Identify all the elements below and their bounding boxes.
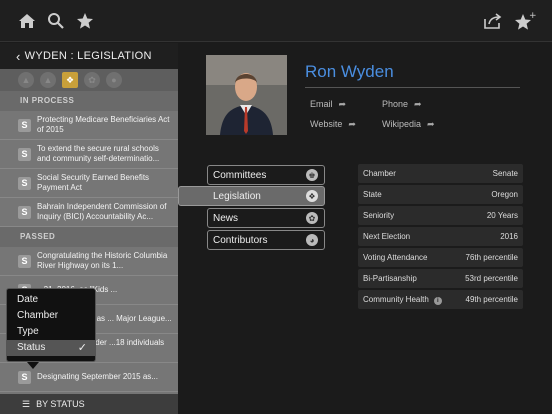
sort-option-status-label: Status: [17, 342, 46, 353]
arrow-icon: ➦: [348, 119, 356, 129]
arrow-icon: ➦: [427, 119, 435, 129]
sort-label: BY STATUS: [36, 399, 85, 409]
phone-label: Phone: [382, 99, 409, 109]
list-item[interactable]: S Social Security Earned Benefits Paymen…: [0, 169, 178, 198]
stat-row: Seniority 20 Years: [358, 206, 523, 225]
stat-row: Next Election 2016: [358, 227, 523, 246]
stat-value: Senate: [492, 169, 518, 178]
top-toolbar: +: [0, 0, 552, 42]
senate-bill-icon: S: [18, 176, 31, 190]
stat-label: Voting Attendance: [363, 253, 428, 262]
list-item-title: Social Security Earned Benefits Payment …: [37, 173, 150, 192]
stat-row: Bi-Partisanship 53rd percentile: [358, 269, 523, 288]
list-item[interactable]: S Congratulating the Historic Columbia R…: [0, 247, 178, 276]
filter-senate-icon[interactable]: ▲: [40, 72, 56, 88]
nav-news[interactable]: News ✿: [207, 208, 325, 228]
email-link[interactable]: Email ➦: [310, 99, 346, 110]
stat-row: Community Health i 49th percentile: [358, 290, 523, 309]
list-item[interactable]: S Bahrain Independent Commission of Inqu…: [0, 198, 178, 227]
sort-option-type[interactable]: Type: [7, 324, 95, 340]
senate-bill-icon: S: [18, 254, 31, 268]
stat-label: Community Health: [363, 294, 429, 304]
nav-committees-label: Committees: [213, 169, 267, 181]
list-item-title: Congratulating the Historic Columbia Riv…: [37, 251, 168, 270]
add-favorite-icon[interactable]: +: [514, 10, 536, 32]
arrow-icon: ➦: [414, 99, 422, 109]
list-item[interactable]: S Protecting Medicare Beneficiaries Act …: [0, 111, 178, 140]
search-icon[interactable]: [45, 10, 67, 32]
stat-row: Voting Attendance 76th percentile: [358, 248, 523, 267]
senate-bill-icon: S: [18, 370, 31, 384]
section-in-process: IN PROCESS: [0, 91, 178, 111]
panel-title: WYDEN : LEGISLATION: [24, 50, 152, 62]
back-button[interactable]: ‹ WYDEN : LEGISLATION: [0, 43, 178, 69]
home-icon[interactable]: [16, 10, 38, 32]
senate-bill-icon: S: [18, 205, 31, 219]
app-root: + ‹ WYDEN : LEGISLATION ▲ ▲ ❖ ✿ ● IN PRO…: [0, 0, 552, 414]
sort-option-date[interactable]: Date: [7, 292, 95, 308]
nav-legislation[interactable]: Legislation ❖: [178, 186, 325, 206]
stat-row: State Oregon: [358, 185, 523, 204]
info-icon[interactable]: i: [433, 296, 442, 305]
nav-legislation-label: Legislation: [213, 190, 261, 202]
arrow-icon: ➦: [338, 99, 347, 109]
nav-contributors-label: Contributors: [213, 234, 268, 246]
chevron-left-icon: ‹: [16, 48, 21, 64]
section-passed: PASSED: [0, 227, 178, 247]
nav-committees[interactable]: Committees ♚: [207, 165, 325, 185]
nav-news-label: News: [213, 212, 239, 224]
news-icon: ✿: [306, 212, 318, 224]
list-item-title: Designating September 2015 as...: [37, 372, 158, 381]
website-label: Website: [310, 119, 343, 129]
list-item-title: To extend the secure rural schools and c…: [37, 144, 160, 163]
stat-row: Chamber Senate: [358, 164, 523, 183]
sort-option-status[interactable]: Status ✓: [7, 340, 95, 356]
stat-value: Oregon: [491, 190, 518, 199]
wikipedia-link[interactable]: Wikipedia ➦: [382, 119, 435, 130]
filter-legislation-icon[interactable]: ❖: [62, 72, 78, 88]
list-item[interactable]: S To extend the secure rural schools and…: [0, 140, 178, 169]
committees-icon: ♚: [306, 169, 318, 181]
filter-house-icon[interactable]: ▲: [18, 72, 34, 88]
nav-contributors[interactable]: Contributors ◕: [207, 230, 325, 250]
filter-vote-icon[interactable]: ✿: [84, 72, 100, 88]
phone-link[interactable]: Phone ➦: [382, 99, 422, 110]
svg-text:+: +: [529, 11, 536, 21]
list-item-title: Protecting Medicare Beneficiaries Act of…: [37, 115, 170, 134]
stat-label: Seniority: [363, 211, 395, 220]
stat-value: 2016: [500, 232, 518, 241]
stat-label: Bi-Partisanship: [363, 274, 417, 283]
sort-menu: Date Chamber Type Status ✓: [6, 288, 96, 362]
sort-option-chamber[interactable]: Chamber: [7, 308, 95, 324]
filter-other-icon[interactable]: ●: [106, 72, 122, 88]
sort-menu-arrow: [27, 362, 39, 369]
legislation-icon: ❖: [306, 190, 318, 202]
stat-value: 49th percentile: [465, 295, 518, 304]
pie-chart-icon: ◕: [306, 234, 318, 246]
senate-bill-icon: S: [18, 147, 31, 161]
email-label: Email: [310, 99, 333, 109]
stat-value: 20 Years: [486, 211, 518, 220]
stat-value: 76th percentile: [465, 253, 518, 262]
senator-name: Ron Wyden: [305, 62, 394, 81]
checkmark-icon: ✓: [77, 342, 87, 354]
website-link[interactable]: Website ➦: [310, 119, 356, 130]
stat-label: Next Election: [363, 232, 411, 241]
stat-value: 53rd percentile: [465, 274, 518, 283]
filter-bar: ▲ ▲ ❖ ✿ ●: [0, 69, 178, 91]
stats-table: Chamber Senate State Oregon Seniority 20…: [358, 164, 523, 311]
sort-icon: ☰: [22, 398, 31, 409]
name-divider: [305, 87, 520, 88]
list-item-title: Bahrain Independent Commission of Inquir…: [37, 202, 167, 221]
senator-photo: [206, 55, 287, 135]
senate-bill-icon: S: [18, 118, 31, 132]
stat-label: Chamber: [363, 169, 396, 178]
wikipedia-label: Wikipedia: [382, 119, 422, 129]
star-icon[interactable]: [74, 10, 96, 32]
share-icon[interactable]: [482, 10, 504, 32]
stat-label: State: [363, 190, 382, 199]
sort-button[interactable]: ☰ BY STATUS: [0, 394, 178, 414]
